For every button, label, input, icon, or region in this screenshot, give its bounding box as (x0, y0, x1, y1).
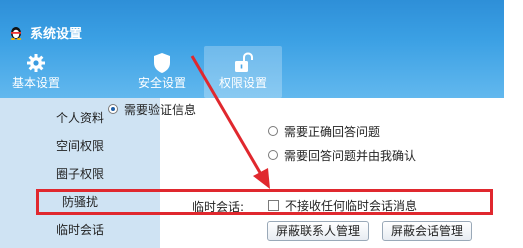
tab-label: 权限设置 (218, 76, 267, 90)
radio-label: 需要正确回答问题 (284, 124, 381, 139)
header-bar: 系统设置 基本设置 安全设置 权限设置 (0, 0, 504, 98)
settings-window: 系统设置 基本设置 安全设置 权限设置 个人资料 空间权限 圈子权限 防骚扰 临… (0, 0, 523, 248)
block-sessions-button[interactable]: 屏蔽会话管理 (382, 221, 473, 241)
window-title: 系统设置 (30, 26, 83, 42)
qq-penguin-icon (10, 27, 22, 40)
radio-option-answer-question[interactable]: 需要正确回答问题 (268, 123, 380, 139)
block-contacts-button[interactable]: 屏蔽联系人管理 (267, 221, 370, 241)
radio-button[interactable] (108, 104, 118, 114)
tab-label: 安全设置 (137, 76, 186, 90)
radio-button[interactable] (268, 150, 278, 160)
tab-label: 基本设置 (11, 76, 60, 90)
radio-button[interactable] (268, 126, 278, 136)
shield-icon (154, 53, 170, 73)
tab-security-settings[interactable]: 安全设置 (132, 46, 192, 98)
window-frame (504, 0, 523, 248)
sidebar: 个人资料 空间权限 圈子权限 防骚扰 临时会话 (0, 98, 160, 248)
tab-permission-settings[interactable]: 权限设置 (204, 46, 282, 98)
toolbar: 基本设置 安全设置 权限设置 (0, 46, 504, 98)
radio-option-verify-info[interactable]: 需要验证信息 (108, 101, 196, 117)
radio-option-answer-and-confirm[interactable]: 需要回答问题并由我确认 (268, 147, 416, 163)
radio-label: 需要验证信息 (124, 102, 197, 117)
title-bar: 系统设置 (8, 22, 82, 42)
gear-icon (27, 54, 45, 72)
radio-label: 需要回答问题并由我确认 (284, 148, 417, 163)
sidebar-item-space-permission[interactable]: 空间权限 (0, 132, 160, 160)
sidebar-item-temp-session[interactable]: 临时会话 (0, 216, 160, 244)
tab-basic-settings[interactable]: 基本设置 (4, 46, 68, 98)
sidebar-item-circle-permission[interactable]: 圈子权限 (0, 160, 160, 188)
unlock-icon (235, 52, 253, 72)
highlight-box (36, 189, 493, 215)
